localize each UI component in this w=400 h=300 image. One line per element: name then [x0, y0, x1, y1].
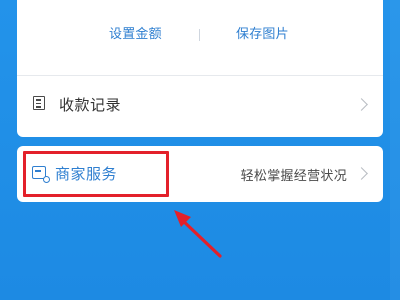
merchant-services-hint: 轻松掌握经营状况	[240, 169, 347, 184]
chevron-right-icon	[355, 167, 368, 180]
receipt-list-icon	[33, 96, 45, 110]
set-amount-link[interactable]: 设置金额	[109, 23, 162, 42]
payment-records-row[interactable]: 收款记录	[17, 76, 383, 137]
payment-code-card: 设置金额 保存图片 收款记录	[17, 0, 383, 137]
merchant-services-label: 商家服务	[55, 165, 118, 183]
annotation-arrow-icon	[174, 210, 222, 258]
merchant-store-icon	[32, 166, 50, 183]
save-image-link[interactable]: 保存图片	[236, 23, 289, 42]
merchant-services-row[interactable]: 商家服务 轻松掌握经营状况	[17, 146, 383, 202]
payment-records-label: 收款记录	[59, 96, 122, 114]
code-actions-row: 设置金额 保存图片	[17, 20, 383, 50]
app-screen: 设置金额 保存图片 收款记录 商家服务 轻松掌握经营状况	[0, 0, 400, 300]
chevron-right-icon	[355, 98, 368, 111]
scroll-edge	[390, 0, 400, 300]
actions-divider	[199, 29, 200, 41]
